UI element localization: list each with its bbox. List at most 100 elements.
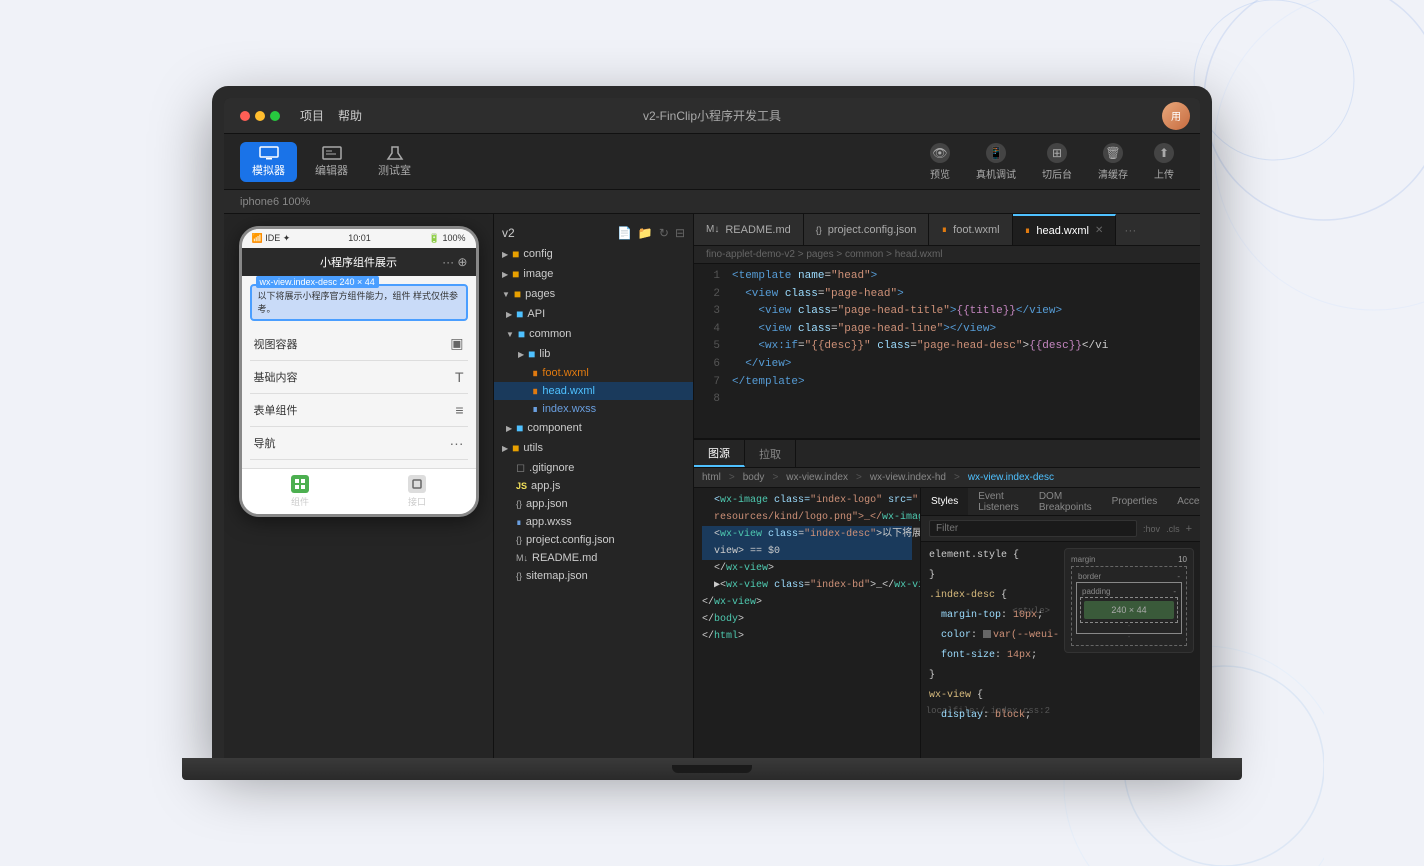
tree-index-wxss[interactable]: ∎ index.wxss: [494, 400, 693, 418]
tree-app-js[interactable]: JS app.js: [494, 477, 693, 495]
js-icon: JS: [516, 481, 527, 491]
html-line-8: </html>: [702, 628, 912, 645]
readme-tab-label[interactable]: README.md: [725, 224, 790, 236]
sel-wx-view-index-desc[interactable]: wx-view.index-desc: [968, 472, 1054, 483]
dom-breakpoints-tab[interactable]: DOM Breakpoints: [1029, 488, 1102, 515]
folder-icon-utils: ■: [512, 441, 519, 455]
cls-button[interactable]: .cls: [1166, 524, 1180, 534]
refresh-icon[interactable]: ↻: [659, 226, 669, 240]
more-tabs-icon[interactable]: ···: [1116, 223, 1144, 237]
style-rule-4: color: var(--weui-FG-1);: [921, 626, 1058, 646]
clear-cache-action[interactable]: 🗑 清缓存: [1088, 139, 1138, 185]
add-rule-button[interactable]: +: [1186, 523, 1192, 535]
tab-close-icon[interactable]: ✕: [1095, 225, 1103, 236]
tree-readme[interactable]: M↓ README.md: [494, 549, 693, 567]
device-debug-action[interactable]: 📱 真机调试: [966, 139, 1026, 185]
sel-html[interactable]: html: [702, 472, 721, 483]
tree-api[interactable]: ▶ ■ API: [494, 304, 693, 324]
testroom-button[interactable]: 测试室: [366, 142, 423, 182]
accessibility-tab[interactable]: Accessibility: [1167, 488, 1200, 515]
tree-image[interactable]: ▶ ■ image: [494, 264, 693, 284]
foot-wxml-tab[interactable]: ∎ foot.wxml: [929, 214, 1012, 245]
devtools-tab-fetch[interactable]: 拉取: [745, 440, 796, 467]
project-config-tab[interactable]: {} project.config.json: [804, 214, 930, 245]
padding-bottom-val: -: [1080, 623, 1178, 630]
screen: 项目 帮助 v2-FinClip小程序开发工具 用: [224, 98, 1200, 758]
tree-project-config[interactable]: {} project.config.json: [494, 531, 693, 549]
maximize-button[interactable]: [270, 111, 280, 121]
tree-app-wxss[interactable]: ∎ app.wxss: [494, 513, 693, 531]
eye-icon: 👁: [930, 143, 950, 163]
simulator-button[interactable]: 模拟器: [240, 142, 297, 182]
phone-section-label-3: 导航: [254, 435, 276, 451]
close-button[interactable]: [240, 111, 250, 121]
tree-component[interactable]: ▶ ■ component: [494, 418, 693, 438]
app-title: v2-FinClip小程序开发工具: [643, 107, 781, 124]
phone-section-form: 表单组件 ≡: [250, 394, 468, 427]
title-bar: 项目 帮助 v2-FinClip小程序开发工具 用: [224, 98, 1200, 134]
component-nav-icon: [291, 475, 309, 493]
border-bottom-val: -: [1076, 634, 1182, 641]
tree-lib[interactable]: ▶ ■ lib: [494, 344, 693, 364]
tree-app-json[interactable]: {} app.json: [494, 495, 693, 513]
new-folder-icon[interactable]: 📁: [638, 226, 653, 240]
phone-bottom-nav: 组件 接口: [242, 468, 476, 514]
background-action[interactable]: ⊞ 切后台: [1032, 139, 1082, 185]
tree-config[interactable]: ▶ ■ config: [494, 244, 693, 264]
box-content: 240 × 44: [1084, 601, 1174, 619]
tree-common[interactable]: ▼ ■ common: [494, 324, 693, 344]
phone-content: wx-view.index-desc 240 × 44 以下将展示小程序官方组件…: [242, 276, 476, 468]
wxss-icon: ∎: [532, 404, 538, 415]
tree-sitemap[interactable]: {} sitemap.json: [494, 567, 693, 585]
avatar: 用: [1162, 102, 1190, 130]
phone-status-bar: 📶 IDE ✦ 10:01 🔋 100%: [242, 229, 476, 248]
new-file-icon[interactable]: 📄: [617, 226, 632, 240]
box-model-header: margin 10: [1071, 555, 1187, 564]
editor-label: 编辑器: [315, 162, 348, 178]
folder-icon-lib: ■: [528, 347, 535, 361]
sel-wx-view-index-hd[interactable]: wx-view.index-hd: [870, 472, 946, 483]
border-label: border -: [1076, 571, 1182, 582]
layers-icon: ⊞: [1047, 143, 1067, 163]
styles-tab[interactable]: Styles: [921, 488, 968, 515]
html-tree[interactable]: <wx-image class="index-logo" src="../res…: [694, 488, 920, 758]
toolbar: 模拟器 编辑器: [224, 134, 1200, 190]
phone-status-time: 10:01: [348, 233, 371, 244]
phone-nav-api[interactable]: 接口: [408, 475, 426, 508]
main-content: 📶 IDE ✦ 10:01 🔋 100% 小程序组件展示 ··· ⊕: [224, 214, 1200, 758]
md-icon: M↓: [516, 553, 528, 563]
properties-tab[interactable]: Properties: [1102, 488, 1168, 515]
element-selector: html > body > wx-view.index > wx-view.in…: [694, 468, 1200, 488]
code-editor[interactable]: 1 <template name="head"> 2 <view class="…: [694, 264, 1200, 438]
html-line-1: resources/kind/logo.png">_</wx-image>: [702, 509, 912, 526]
code-line-8: 8: [694, 391, 1200, 409]
hov-button[interactable]: :hov: [1143, 524, 1160, 534]
tree-utils[interactable]: ▶ ■ utils: [494, 438, 693, 458]
collapse-icon[interactable]: ⊟: [675, 226, 685, 240]
ide-app: 项目 帮助 v2-FinClip小程序开发工具 用: [224, 98, 1200, 758]
simulator-label: 模拟器: [252, 162, 285, 178]
menu-project[interactable]: 项目: [300, 107, 324, 124]
tree-head-wxml[interactable]: ∎ head.wxml: [494, 382, 693, 400]
sel-body[interactable]: body: [743, 472, 765, 483]
editor-button[interactable]: 编辑器: [303, 142, 360, 182]
phone-nav-component[interactable]: 组件: [291, 475, 309, 508]
device-bar: iphone6 100%: [224, 190, 1200, 214]
padding-label: padding -: [1080, 586, 1178, 597]
filter-input[interactable]: [929, 520, 1137, 537]
event-listeners-tab[interactable]: Event Listeners: [968, 488, 1029, 515]
menu-help[interactable]: 帮助: [338, 107, 362, 124]
head-wxml-tab[interactable]: ∎ head.wxml ✕: [1013, 214, 1117, 245]
testroom-label: 测试室: [378, 162, 411, 178]
tree-foot-wxml[interactable]: ∎ foot.wxml: [494, 364, 693, 382]
preview-action[interactable]: 👁 预览: [920, 139, 960, 185]
laptop-base: [182, 758, 1242, 780]
tree-pages[interactable]: ▼ ■ pages: [494, 284, 693, 304]
tree-gitignore[interactable]: ◻ .gitignore: [494, 458, 693, 477]
phone-status-right: 🔋 100%: [429, 233, 466, 244]
sel-wx-view-index[interactable]: wx-view.index: [786, 472, 848, 483]
devtools-tab-sources[interactable]: 图源: [694, 440, 745, 467]
folder-icon-api: ■: [516, 307, 523, 321]
upload-action[interactable]: ⬆ 上传: [1144, 139, 1184, 185]
minimize-button[interactable]: [255, 111, 265, 121]
